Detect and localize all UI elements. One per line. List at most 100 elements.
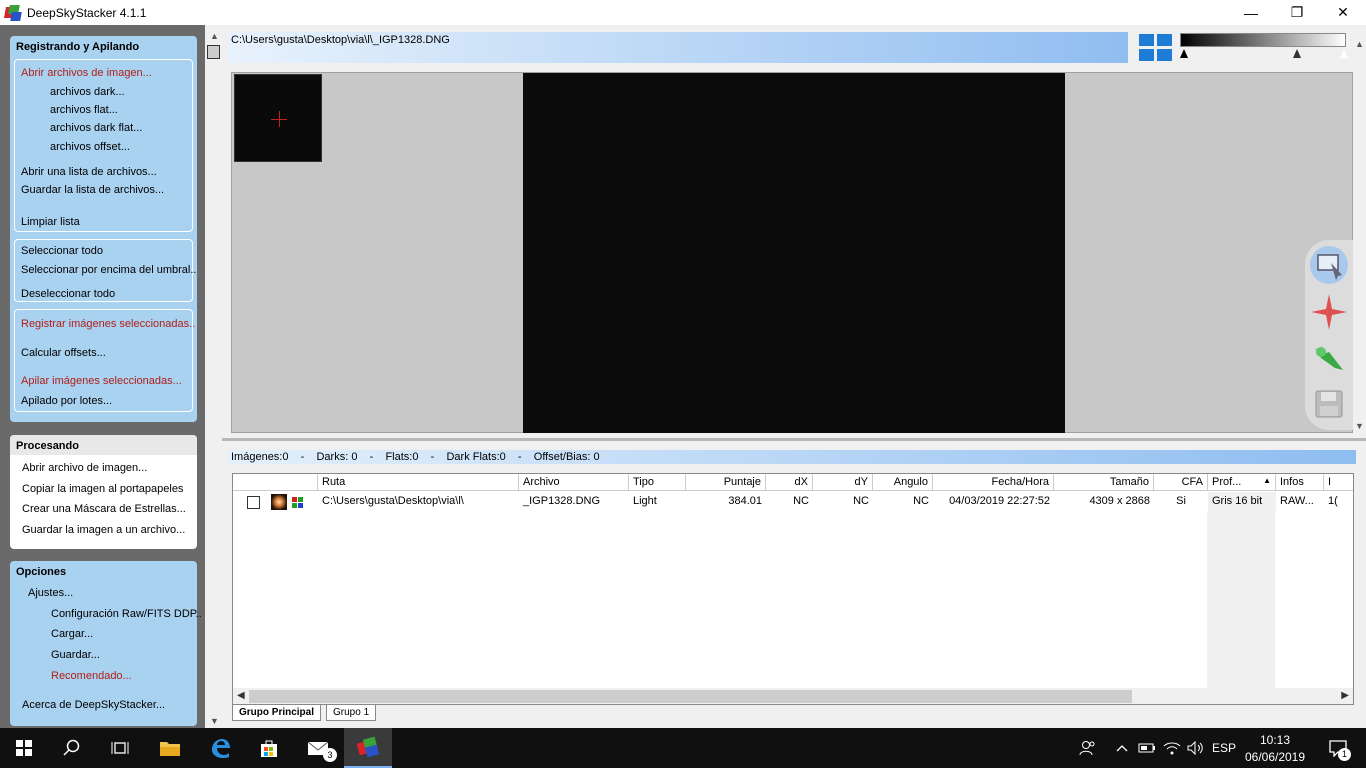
gradient-strip [1180,33,1346,47]
viewer-scrollbar[interactable]: ▲ ▼ [1354,39,1366,439]
image-viewer[interactable] [231,72,1353,433]
close-button[interactable]: ✕ [1320,0,1366,25]
stack-selected-link[interactable]: Apilar imágenes seleccionadas... [21,375,182,387]
deselect-all-link[interactable]: Deseleccionar todo [21,288,115,300]
black-point-marker[interactable] [1180,49,1188,58]
mid-point-marker[interactable] [1293,49,1301,58]
levels-gradient-slider[interactable] [1180,31,1348,59]
volume-icon[interactable] [1184,728,1208,768]
table-header: Ruta Archivo Tipo Puntaje dX dY Angulo F… [233,474,1353,491]
star-mask-link[interactable]: Crear una Máscara de Estrellas... [22,503,186,515]
clock-time: 10:13 [1259,732,1291,747]
offset-count: Offset/Bias: 0 [533,451,600,463]
panel-splitter[interactable] [222,438,1366,441]
windows-start-icon[interactable] [0,728,48,768]
sorted-column-highlight [1207,492,1275,688]
col-infos[interactable]: Infos [1276,474,1324,491]
show-hidden-icons-icon[interactable] [1112,728,1132,768]
four-corners-view-icon[interactable] [1139,34,1173,62]
scroll-up-arrow-icon[interactable]: ▲ [210,31,219,41]
cell-ruta: C:\Users\gusta\Desktop\via\l\ [322,495,464,507]
battery-icon[interactable] [1136,728,1158,768]
open-image-link[interactable]: Abrir archivo de imagen... [22,462,147,474]
scroll-thumb[interactable] [207,45,220,59]
save-list-link[interactable]: Guardar la lista de archivos... [21,184,164,196]
task-view-icon[interactable] [96,728,144,768]
col-angulo[interactable]: Angulo [873,474,933,491]
col-tipo[interactable]: Tipo [629,474,686,491]
language-indicator[interactable]: ESP [1210,728,1238,768]
comet-edit-tool-icon[interactable] [1308,337,1350,379]
register-selected-link[interactable]: Registrar imágenes seleccionadas... [21,318,196,330]
select-above-threshold-link[interactable]: Seleccionar por encima del umbral... [21,264,196,276]
table-scroll-thumb[interactable] [249,690,1132,703]
scroll-right-arrow-icon[interactable]: ▶ [1341,690,1349,701]
save-edits-floppy-icon[interactable] [1308,383,1350,425]
scroll-down-arrow-icon[interactable]: ▼ [210,716,219,726]
main-area: C:\Users\gusta\Desktop\via\l\ _IGP1328.DN… [222,25,1366,728]
dark-flat-files-link[interactable]: archivos dark flat... [50,122,142,134]
file-explorer-icon[interactable] [146,728,194,768]
astro-image[interactable] [523,73,1065,433]
register-stack-title: Registrando y Apilando [16,41,140,53]
white-point-marker[interactable] [1340,49,1348,58]
table-horizontal-scrollbar[interactable]: ◀ ▶ [233,688,1353,704]
dark-files-link[interactable]: archivos dark... [50,86,125,98]
load-settings-link[interactable]: Cargar... [51,628,93,640]
people-icon[interactable] [1074,728,1102,768]
viewer-scroll-down-icon[interactable]: ▼ [1355,421,1364,431]
scroll-left-arrow-icon[interactable]: ◀ [237,690,245,701]
col-dx[interactable]: dX [766,474,813,491]
cell-archivo: _IGP1328.DNG [523,495,601,507]
col-tamano[interactable]: Tamaño [1054,474,1154,491]
settings-link[interactable]: Ajustes... [28,587,73,599]
deepskystacker-taskbar-icon[interactable] [344,728,392,768]
about-link[interactable]: Acerca de DeepSkyStacker... [22,699,165,711]
preview-thumbnail[interactable] [234,74,322,162]
processing-actions-box: Registrar imágenes seleccionadas... Calc… [14,309,196,412]
col-puntaje[interactable]: Puntaje [686,474,766,491]
save-image-link[interactable]: Guardar la imagen a un archivo... [22,524,185,536]
col-profundidad[interactable]: Prof... ▲ [1208,474,1276,491]
compute-offsets-link[interactable]: Calcular offsets... [21,347,106,359]
save-settings-link[interactable]: Guardar... [51,649,100,661]
batch-stack-link[interactable]: Apilado por lotes... [21,395,112,407]
store-icon[interactable] [245,728,293,768]
open-images-link[interactable]: Abrir archivos de imagen... [21,67,152,79]
table-row[interactable]: C:\Users\gusta\Desktop\via\l\ _IGP1328.D… [233,492,1353,511]
col-ruta[interactable]: Ruta [318,474,519,491]
select-all-link[interactable]: Seleccionar todo [21,245,103,257]
copy-clipboard-link[interactable]: Copiar la imagen al portapapeles [22,483,183,495]
wifi-icon[interactable] [1160,728,1184,768]
cell-dy: NC [853,495,869,507]
select-rectangle-tool-icon[interactable] [1308,244,1350,286]
mail-icon[interactable]: 3 [295,728,343,768]
offset-files-link[interactable]: archivos offset... [50,141,130,153]
star-edit-tool-icon[interactable] [1308,291,1350,333]
col-archivo[interactable]: Archivo [519,474,629,491]
flat-files-link[interactable]: archivos flat... [50,104,118,116]
deepskystacker-icon [4,4,22,21]
row-checkbox[interactable] [247,496,260,509]
cell-profundidad: Gris 16 bit [1208,492,1276,511]
tab-grupo-principal[interactable]: Grupo Principal [232,705,322,721]
clock[interactable]: 10:13 06/06/2019 [1240,728,1310,768]
notifications-icon[interactable]: 1 [1318,728,1358,768]
col-fecha[interactable]: Fecha/Hora [933,474,1054,491]
viewer-scroll-up-icon[interactable]: ▲ [1355,39,1364,49]
open-list-link[interactable]: Abrir una lista de archivos... [21,166,157,178]
recommended-settings-link[interactable]: Recomendado... [51,670,132,682]
col-dy[interactable]: dY [813,474,873,491]
search-icon[interactable] [48,728,96,768]
left-panel-scrollbar[interactable]: ▲ ▼ [205,25,222,728]
minimize-button[interactable]: — [1228,0,1274,25]
clear-list-link[interactable]: Limpiar lista [21,216,80,228]
restore-button[interactable]: ❐ [1274,0,1320,25]
mail-badge: 3 [323,748,337,762]
clock-date: 06/06/2019 [1244,749,1306,764]
raw-fits-settings-link[interactable]: Configuración Raw/FITS DDP... [51,608,201,620]
edge-browser-icon[interactable] [196,728,244,768]
col-iso[interactable]: I [1324,474,1353,491]
tab-grupo-1[interactable]: Grupo 1 [326,705,377,721]
col-cfa[interactable]: CFA [1154,474,1208,491]
